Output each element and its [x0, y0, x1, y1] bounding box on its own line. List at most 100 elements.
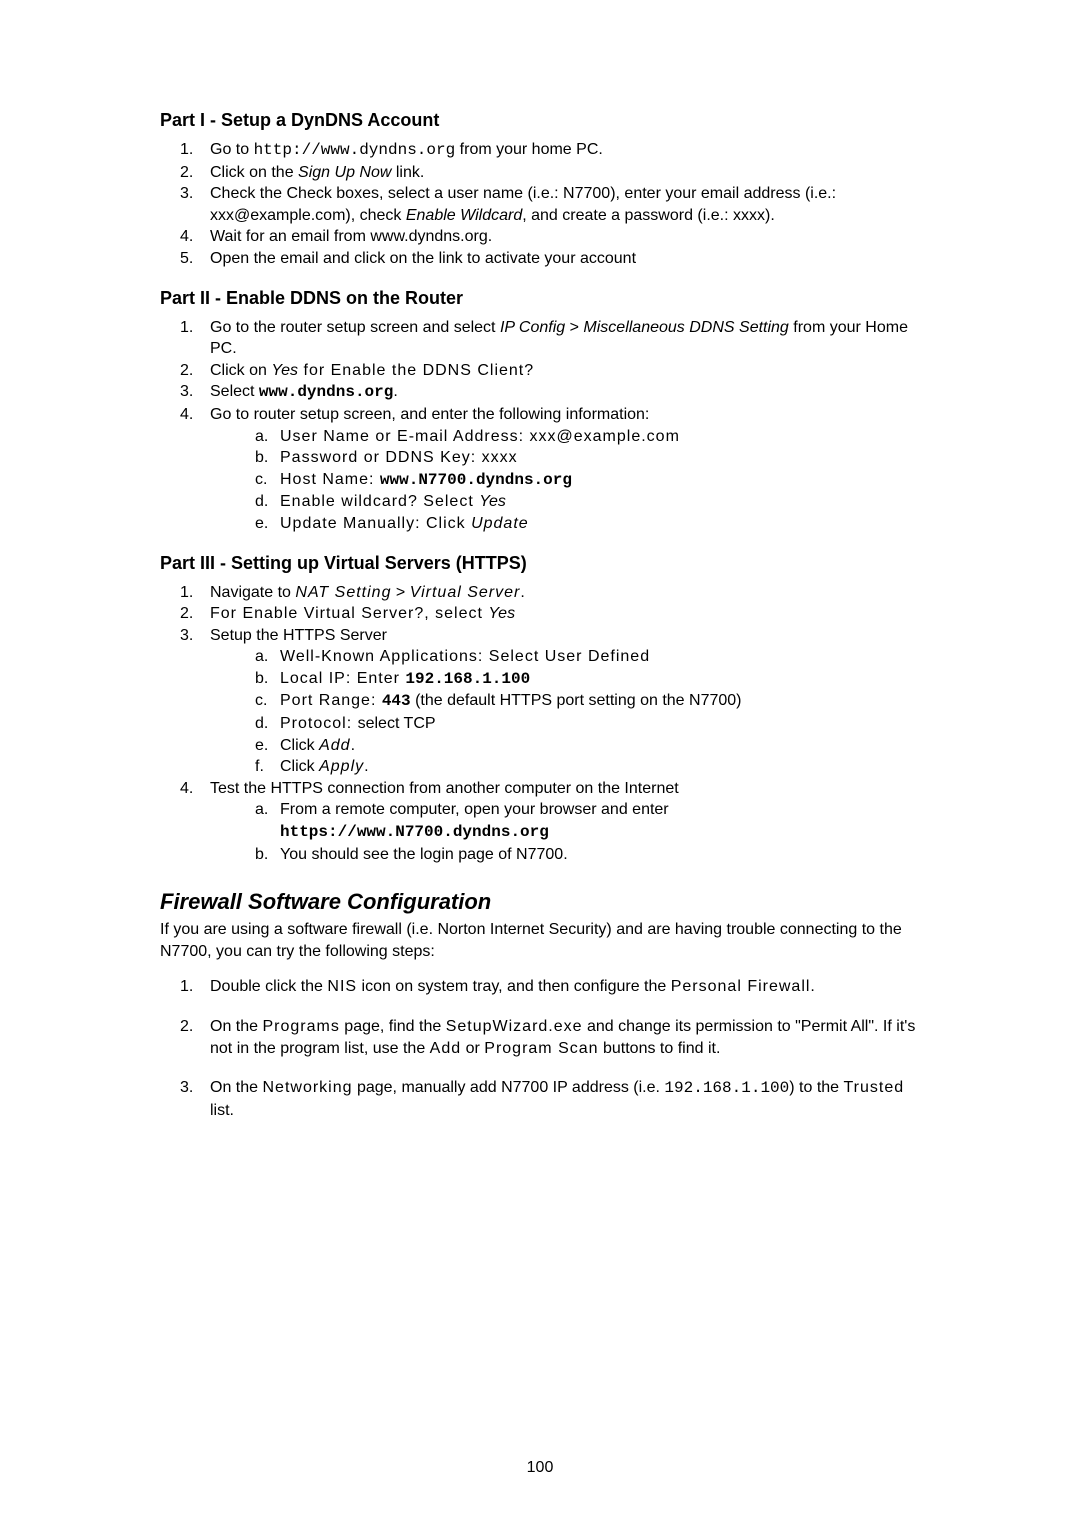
italic-text: Add	[319, 737, 350, 754]
text: xxx@example.com	[530, 428, 680, 445]
italic-text: Update	[471, 515, 529, 532]
list-item: 4. Test the HTTPS connection from anothe…	[160, 778, 920, 865]
text: Navigate to	[210, 584, 295, 601]
text: (the default HTTPS port setting on the N…	[411, 692, 742, 709]
italic-text: Apply	[319, 758, 364, 775]
part1-list: 1. Go to http://www.dyndns.org from your…	[160, 139, 920, 270]
italic-text: Virtual Server	[410, 584, 521, 601]
part2-heading: Part II - Enable DDNS on the Router	[160, 288, 920, 309]
text: link.	[391, 164, 424, 181]
text: Click on the	[210, 164, 298, 181]
list-item: 2. Click on the Sign Up Now link.	[160, 162, 920, 184]
item-number: 3.	[180, 1077, 193, 1099]
sub-item: d. Enable wildcard? Select Yes	[210, 491, 920, 513]
item-letter: d.	[255, 713, 268, 735]
item-letter: b.	[255, 447, 268, 469]
text: Port Range:	[280, 692, 382, 709]
italic-text: Sign Up Now	[298, 164, 391, 181]
italic-text: Yes	[479, 493, 506, 510]
item-number: 3.	[180, 183, 193, 205]
text: Click	[280, 737, 319, 754]
part2-list: 1. Go to the router setup screen and sel…	[160, 317, 920, 535]
sub-item: c. Host Name: www.N7700.dyndns.org	[210, 469, 920, 492]
sub-item: c. Port Range: 443 (the default HTTPS po…	[210, 690, 920, 713]
firewall-heading: Firewall Software Configuration	[160, 889, 920, 915]
item-number: 2.	[180, 360, 193, 382]
item-letter: a.	[255, 426, 268, 448]
text: icon on system tray, and then configure …	[357, 978, 671, 995]
sub-item: f. Click Apply.	[210, 756, 920, 778]
sub-item: e. Update Manually: Click Update	[210, 513, 920, 535]
text: >	[565, 319, 583, 336]
item-number: 3.	[180, 625, 193, 647]
text: page, find the	[340, 1018, 446, 1035]
text: list.	[210, 1102, 234, 1119]
item-number: 1.	[180, 317, 193, 339]
page-number: 100	[0, 1459, 1080, 1477]
text: Well-Known Applications:	[280, 648, 489, 665]
list-item: 2. Click on Yes for Enable the DDNS Clie…	[160, 360, 920, 382]
item-number: 2.	[180, 162, 193, 184]
text: .	[520, 584, 524, 601]
text: On the	[210, 1079, 262, 1096]
list-item: 3. Setup the HTTPS Server a. Well-Known …	[160, 625, 920, 778]
sub-item: a. Well-Known Applications: Select User …	[210, 646, 920, 668]
text: Password or DDNS Key: xxxx	[280, 449, 518, 466]
text: Personal Firewall.	[671, 978, 816, 995]
text: Go to	[210, 141, 254, 158]
text: Click on	[210, 362, 271, 379]
text: for Enable the DDNS Client?	[298, 362, 534, 379]
text: You should see the login page of N7700.	[280, 846, 568, 863]
url-text: www.N7700.dyndns.org	[380, 471, 572, 489]
ip-text: 192.168.1.100	[405, 670, 530, 688]
sub-item: a. User Name or E-mail Address: xxx@exam…	[210, 426, 920, 448]
list-item: 1. Navigate to NAT Setting > Virtual Ser…	[160, 582, 920, 604]
item-number: 4.	[180, 226, 193, 248]
text: , and create a password (i.e.: xxxx).	[522, 207, 775, 224]
text: or	[461, 1040, 484, 1057]
list-item: 2. On the Programs page, find the SetupW…	[160, 1016, 920, 1059]
item-letter: b.	[255, 668, 268, 690]
italic-text: Miscellaneous DDNS Setting	[583, 319, 788, 336]
url-text: www.dyndns.org	[259, 383, 393, 401]
sub-item: e. Click Add.	[210, 735, 920, 757]
text: Update Manually: Click	[280, 515, 471, 532]
list-item: 1. Go to the router setup screen and sel…	[160, 317, 920, 360]
italic-text: NAT Setting	[295, 584, 391, 601]
item-number: 4.	[180, 778, 193, 800]
text: Trusted	[844, 1079, 905, 1096]
document-page: Part I - Setup a DynDNS Account 1. Go to…	[0, 0, 1080, 1527]
text: For Enable Virtual Server?, select	[210, 605, 488, 622]
firewall-intro: If you are using a software firewall (i.…	[160, 919, 920, 962]
item-letter: c.	[255, 690, 267, 712]
text: >	[391, 584, 409, 601]
item-number: 3.	[180, 381, 193, 403]
item-number: 2.	[180, 1016, 193, 1038]
text: From a remote computer, open your browse…	[280, 801, 669, 818]
list-item: 1. Go to http://www.dyndns.org from your…	[160, 139, 920, 162]
part3-heading: Part III - Setting up Virtual Servers (H…	[160, 553, 920, 574]
text: Click	[280, 758, 319, 775]
item-letter: e.	[255, 513, 268, 535]
sub-list: a. Well-Known Applications: Select User …	[210, 646, 920, 778]
list-item: 3. Select www.dyndns.org.	[160, 381, 920, 404]
text: select TCP	[358, 715, 436, 732]
port-text: 443	[382, 692, 411, 710]
text: User Name or E-mail Address:	[280, 428, 530, 445]
item-letter: b.	[255, 844, 268, 866]
item-letter: a.	[255, 646, 268, 668]
item-letter: f.	[255, 756, 264, 778]
item-number: 2.	[180, 603, 193, 625]
sub-item: d. Protocol: select TCP	[210, 713, 920, 735]
sub-list: a. User Name or E-mail Address: xxx@exam…	[210, 426, 920, 535]
text: NIS	[327, 978, 357, 995]
list-item: 2. For Enable Virtual Server?, select Ye…	[160, 603, 920, 625]
url-text: https://www.N7700.dyndns.org	[280, 823, 549, 841]
text: Program Scan	[484, 1040, 598, 1057]
list-item: 4. Go to router setup screen, and enter …	[160, 404, 920, 535]
italic-text: Enable Wildcard	[406, 207, 522, 224]
text: Go to router setup screen, and enter the…	[210, 406, 649, 423]
sub-item: b. You should see the login page of N770…	[210, 844, 920, 866]
item-letter: e.	[255, 735, 268, 757]
text: Select User Defined	[489, 648, 650, 665]
